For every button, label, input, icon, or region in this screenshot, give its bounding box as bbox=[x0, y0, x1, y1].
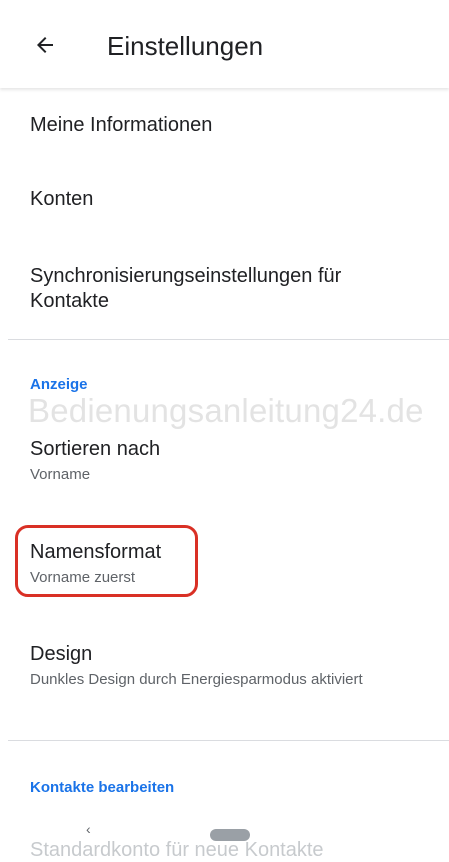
settings-item-sync[interactable]: Synchronisierungseinstellungen für Konta… bbox=[30, 264, 410, 314]
settings-item-label: Meine Informationen bbox=[30, 114, 213, 136]
nav-back-button[interactable]: ‹ bbox=[86, 822, 91, 836]
settings-item-label: Design bbox=[30, 643, 93, 665]
app-bar: Einstellungen bbox=[0, 0, 449, 88]
settings-item-accounts[interactable]: Konten bbox=[30, 187, 420, 212]
arrow-back-icon bbox=[37, 37, 53, 53]
settings-item-value: Dunkles Design durch Energiesparmodus ak… bbox=[30, 671, 363, 688]
settings-item-default-account[interactable]: Standardkonto für neue Kontakte bbox=[30, 838, 324, 862]
settings-item-label: Konten bbox=[30, 188, 94, 210]
page-title: Einstellungen bbox=[107, 31, 264, 61]
divider bbox=[8, 740, 449, 741]
section-header-edit-contacts: Kontakte bearbeiten bbox=[30, 779, 175, 796]
settings-item-my-info[interactable]: Meine Informationen bbox=[30, 113, 420, 138]
settings-item-value: Vorname bbox=[30, 466, 91, 483]
nav-home-pill[interactable] bbox=[210, 829, 250, 841]
highlight-box bbox=[15, 525, 198, 597]
divider bbox=[8, 339, 449, 340]
settings-item-sort[interactable]: Sortieren nach Vorname bbox=[30, 437, 420, 484]
settings-item-design[interactable]: Design Dunkles Design durch Energiesparm… bbox=[30, 642, 420, 689]
settings-item-label: Synchronisierungseinstellungen für Konta… bbox=[30, 265, 342, 312]
settings-item-label: Sortieren nach bbox=[30, 438, 161, 460]
back-button[interactable] bbox=[30, 30, 60, 60]
watermark: Bedienungsanleitung24.de bbox=[28, 392, 424, 429]
